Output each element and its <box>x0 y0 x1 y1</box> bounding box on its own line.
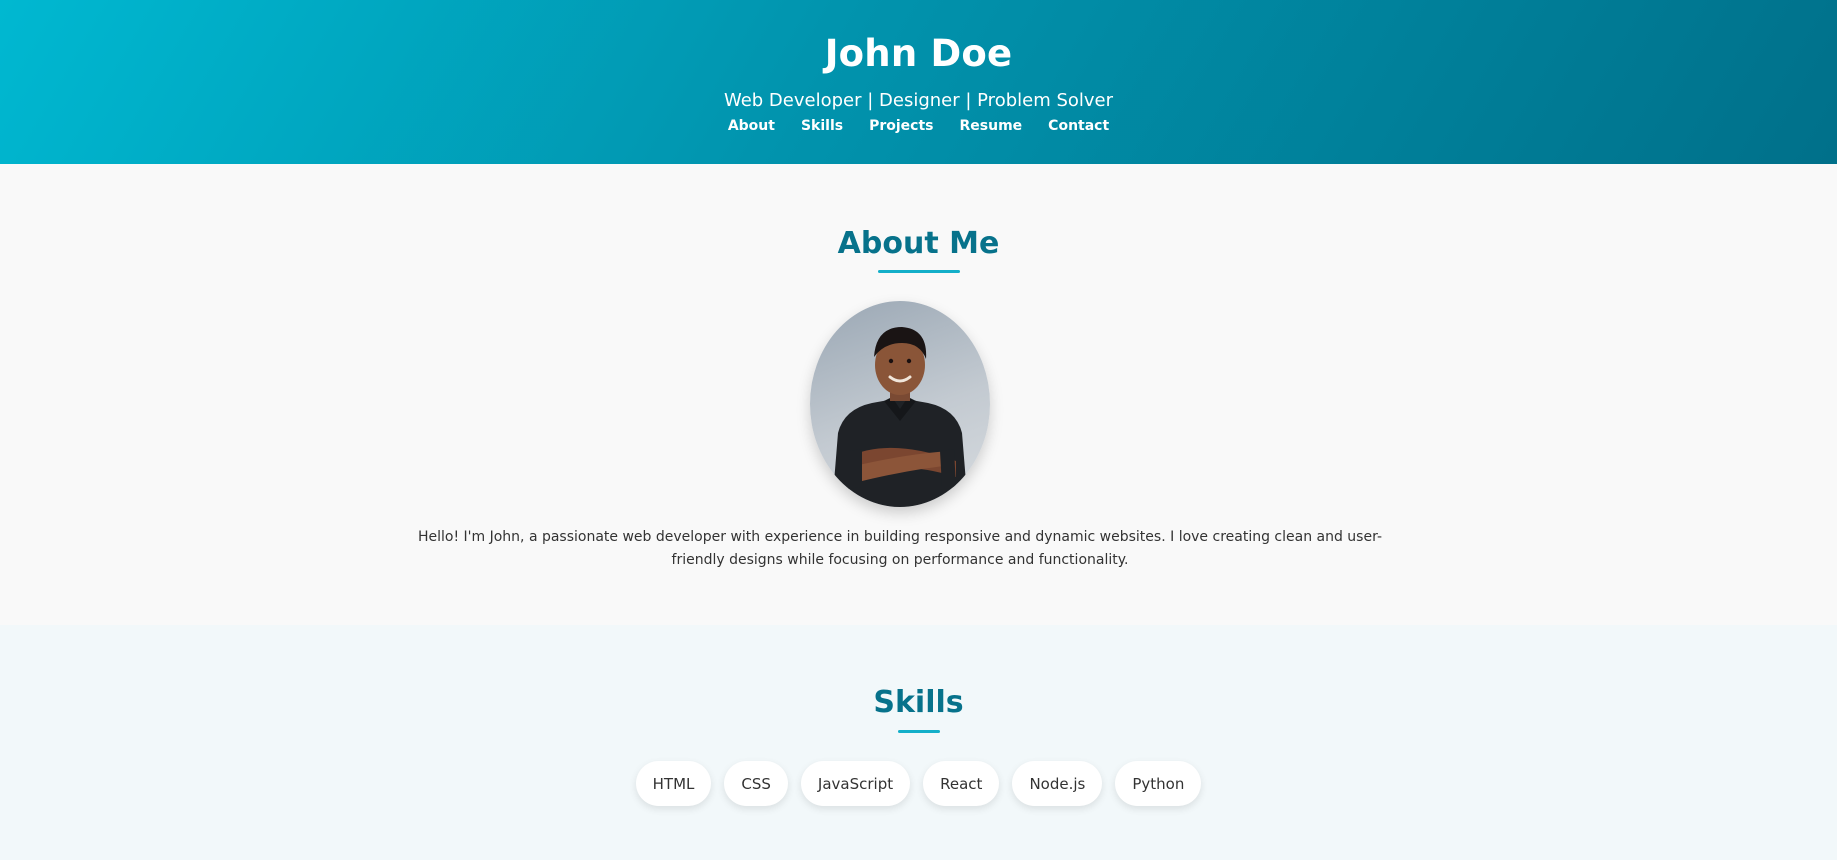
skills-list: HTML CSS JavaScript React Node.js Python <box>0 761 1837 806</box>
nav-link-resume[interactable]: Resume <box>960 116 1023 136</box>
skills-section: Skills HTML CSS JavaScript React Node.js… <box>0 625 1837 860</box>
site-title: John Doe <box>824 32 1013 75</box>
about-heading: About Me <box>837 226 1000 261</box>
nav-link-projects[interactable]: Projects <box>869 116 933 136</box>
site-header: John Doe Web Developer | Designer | Prob… <box>0 0 1837 164</box>
site-tagline: Web Developer | Designer | Problem Solve… <box>723 90 1114 111</box>
skills-heading: Skills <box>873 685 964 720</box>
about-section: About Me Hello! I'm John, a passionate w… <box>0 164 1837 625</box>
profile-photo <box>810 301 990 507</box>
skills-heading-underline <box>897 730 940 733</box>
skill-tag-css: CSS <box>724 761 788 806</box>
main-nav: About Skills Projects Resume Contact <box>0 116 1837 136</box>
skill-tag-javascript: JavaScript <box>800 761 911 806</box>
profile-photo-illustration <box>832 327 968 507</box>
about-heading-underline <box>877 270 960 273</box>
skill-tag-python: Python <box>1115 761 1202 806</box>
nav-link-contact[interactable]: Contact <box>1048 116 1109 136</box>
about-text: Hello! I'm John, a passionate web develo… <box>417 529 1383 568</box>
nav-link-about[interactable]: About <box>728 116 775 136</box>
nav-link-skills[interactable]: Skills <box>801 116 843 136</box>
skill-tag-react: React <box>923 761 1000 806</box>
skill-tag-nodejs: Node.js <box>1012 761 1103 806</box>
skill-tag-html: HTML <box>635 761 712 806</box>
